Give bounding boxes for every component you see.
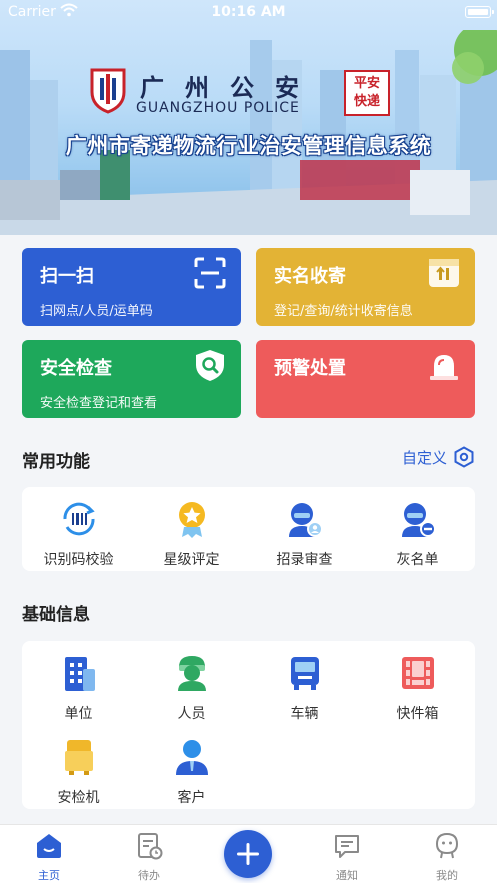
grid-item-security-machine[interactable]: 安检机 <box>22 737 135 807</box>
grid-item-star-rating[interactable]: 星级评定 <box>135 499 248 569</box>
recruit-review-icon <box>288 503 323 537</box>
person-icon <box>177 656 206 691</box>
battery-icon <box>465 6 494 18</box>
common-functions-title: 常用功能 <box>22 452 90 472</box>
tab-notifications[interactable]: 通知 <box>312 831 382 883</box>
real-name-card[interactable]: 实名收寄 登记/查询/统计收寄信息 <box>256 248 475 326</box>
greylist-icon <box>401 503 436 537</box>
grid-item-greylist[interactable]: 灰名单 <box>361 499 474 569</box>
profile-icon <box>435 832 459 859</box>
status-bar: Carrier 10:16 AM <box>0 0 497 26</box>
tab-label: 待办 <box>138 869 160 882</box>
building-icon <box>64 657 95 691</box>
grid-item-barcode-check[interactable]: 识别码校验 <box>22 499 135 569</box>
grid-item-label: 快件箱 <box>396 706 439 722</box>
tab-label: 通知 <box>336 869 358 882</box>
grid-item-label: 人员 <box>177 706 206 722</box>
locker-icon <box>401 657 434 689</box>
grid-item-label: 招录审查 <box>276 552 333 568</box>
tab-profile[interactable]: 我的 <box>412 831 482 883</box>
alarm-light-icon <box>430 355 458 380</box>
message-icon <box>335 835 359 858</box>
seal-line-1: 平安 <box>353 76 380 91</box>
grid-item-unit[interactable]: 单位 <box>22 653 135 723</box>
customize-label: 自定义 <box>401 448 447 467</box>
plus-icon <box>237 843 259 865</box>
alert-handling-card[interactable]: 预警处置 <box>256 340 475 418</box>
real-name-card-subtitle: 登记/查询/统计收寄信息 <box>274 304 413 319</box>
basic-info-panel: 单位 人员 车辆 快件箱 安检机 客户 <box>22 641 475 809</box>
common-functions-panel: 识别码校验 星级评定 招录审查 灰名单 <box>22 487 475 571</box>
tab-label: 我的 <box>436 869 458 882</box>
basic-info-title: 基础信息 <box>22 605 90 625</box>
tab-todo[interactable]: 待办 <box>114 831 184 883</box>
grid-item-label: 灰名单 <box>396 552 439 568</box>
parcel-icon <box>429 259 459 287</box>
grid-item-express-locker[interactable]: 快件箱 <box>361 653 474 723</box>
tab-home[interactable]: 主页 <box>14 831 84 883</box>
scan-card-title: 扫一扫 <box>40 266 94 287</box>
status-time: 10:16 AM <box>211 4 286 20</box>
grid-item-label: 客户 <box>177 790 206 806</box>
grid-item-label: 星级评定 <box>163 552 220 568</box>
logo-subtitle: GUANGZHOU POLICE <box>136 100 300 116</box>
safe-express-seal: 平安 快递 <box>344 70 390 116</box>
safety-check-card-subtitle: 安全检查登记和查看 <box>40 396 158 411</box>
scan-card[interactable]: 扫一扫 扫网点/人员/运单码 <box>22 248 241 326</box>
grid-item-label: 单位 <box>64 706 93 722</box>
scan-icon <box>194 257 226 289</box>
star-medal-icon <box>178 502 205 538</box>
grid-item-personnel[interactable]: 人员 <box>135 653 248 723</box>
barcode-check-icon <box>62 502 95 536</box>
grid-item-customer[interactable]: 客户 <box>135 737 248 807</box>
add-button[interactable] <box>224 830 272 878</box>
settings-hexagon-icon <box>454 446 474 468</box>
grid-item-label: 车辆 <box>290 706 319 722</box>
logo-block: 广州公安 GUANGZHOU POLICE <box>88 66 388 122</box>
safety-check-card[interactable]: 安全检查 安全检查登记和查看 <box>22 340 241 418</box>
real-name-card-title: 实名收寄 <box>274 266 346 287</box>
header-banner: Carrier 10:16 AM 广州公安 GUANGZHOU POLICE 平… <box>0 0 497 235</box>
grid-item-label: 识别码校验 <box>43 552 114 568</box>
bus-icon <box>290 657 319 690</box>
grid-item-label: 安检机 <box>57 790 100 806</box>
todo-icon <box>138 833 163 860</box>
home-icon <box>37 834 61 858</box>
seal-line-2: 快递 <box>353 94 380 109</box>
shield-search-icon <box>196 350 224 381</box>
logo-title: 广州公安 <box>140 74 320 102</box>
grid-item-vehicle[interactable]: 车辆 <box>248 653 361 723</box>
system-title: 广州市寄递物流行业治安管理信息系统 <box>65 134 432 158</box>
xray-machine-icon <box>64 740 93 775</box>
safety-check-card-title: 安全检查 <box>40 358 112 379</box>
customer-icon <box>175 740 208 775</box>
tab-label: 主页 <box>38 869 60 882</box>
scan-card-subtitle: 扫网点/人员/运单码 <box>40 304 153 319</box>
alert-handling-card-title: 预警处置 <box>274 358 346 379</box>
grid-item-recruit-review[interactable]: 招录审查 <box>248 499 361 569</box>
customize-button[interactable]: 自定义 <box>402 446 475 468</box>
